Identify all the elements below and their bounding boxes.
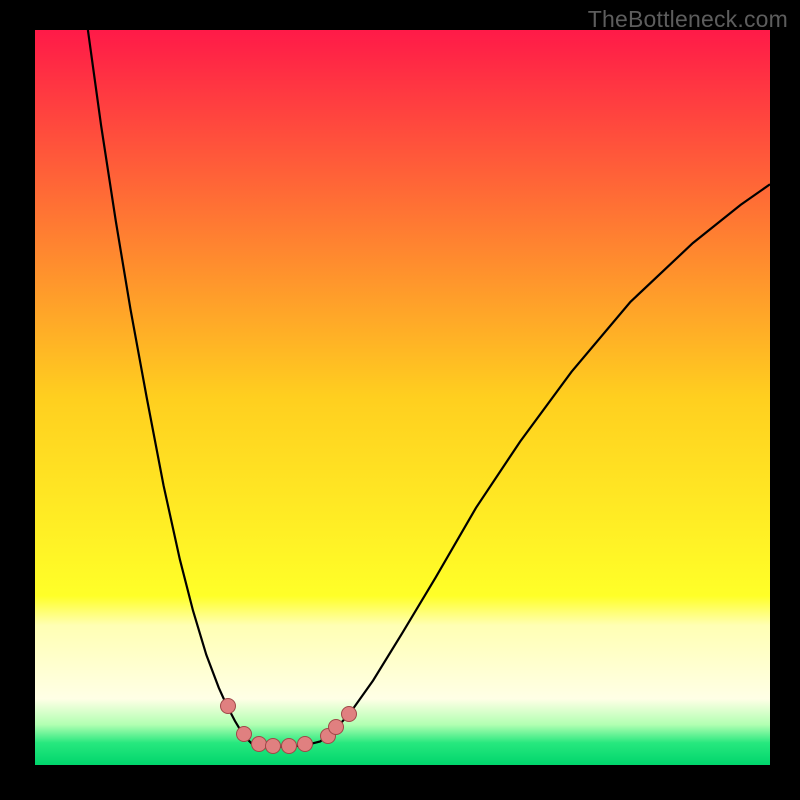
plot-area [35, 30, 770, 765]
data-marker [281, 738, 297, 754]
data-marker [236, 726, 252, 742]
data-marker [328, 719, 344, 735]
data-marker [265, 738, 281, 754]
gradient-background [35, 30, 770, 765]
watermark-text: TheBottleneck.com [588, 6, 788, 33]
data-marker [341, 706, 357, 722]
data-marker [220, 698, 236, 714]
chart-frame: TheBottleneck.com [0, 0, 800, 800]
data-marker [297, 736, 313, 752]
